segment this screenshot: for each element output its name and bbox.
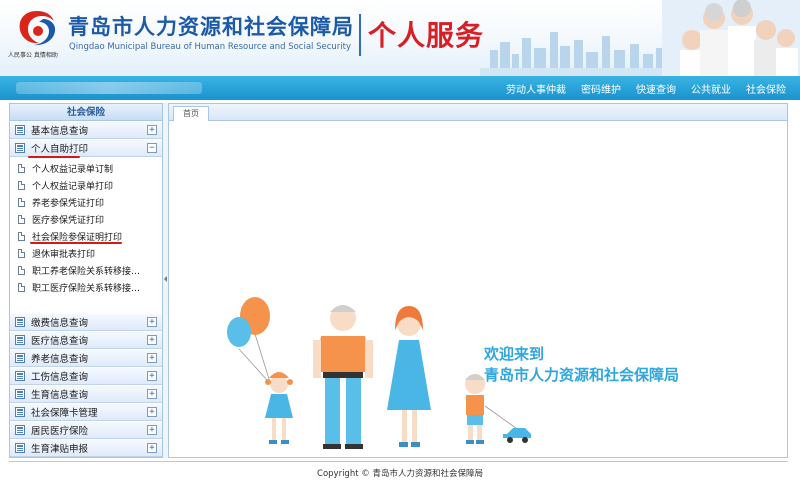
expand-icon[interactable]: + [147,425,157,435]
menu-label: 医疗信息查询 [31,336,89,347]
menu-payment-info[interactable]: 缴费信息查询 + [10,314,162,331]
expand-icon[interactable]: + [147,353,157,363]
submenu-label: 医疗参保凭证打印 [32,216,105,226]
city-skyline-image [480,32,680,76]
submenu-item[interactable]: 职工医疗保险关系转移接… [10,279,162,296]
tab-home[interactable]: 首页 [173,106,209,121]
submenu-label: 养老参保凭证打印 [32,199,105,209]
nav-item-social-insurance[interactable]: 社会保险 [746,81,786,96]
document-icon [18,181,25,190]
document-icon [18,249,25,258]
submenu-item[interactable]: 医疗参保凭证打印 [10,211,162,228]
top-nav-bar: 劳动人事仲裁 密码维护 快速查询 公共就业 社会保险 [0,76,800,100]
toy-car-image [503,428,531,443]
sidebar-title: 社会保险 [10,104,162,121]
menu-label: 个人自助打印 [31,144,89,155]
menu-label: 生育津贴申报 [31,444,89,455]
document-icon [18,215,25,224]
table-icon [15,389,25,399]
table-icon [15,443,25,453]
submenu-label: 个人权益记录单订制 [32,165,114,175]
document-icon [18,232,25,241]
user-info-blurred [16,82,202,94]
service-title: 个人服务 [368,19,485,52]
document-icon [18,283,25,292]
submenu-item[interactable]: 职工养老保险关系转移接… [10,262,162,279]
submenu-item[interactable]: 养老参保凭证打印 [10,194,162,211]
table-icon [15,371,25,381]
table-icon [15,125,25,135]
menu-resident-medical[interactable]: 居民医疗保险 + [10,422,162,439]
submenu-label: 个人权益记录单打印 [32,182,114,192]
expand-icon[interactable]: + [147,125,157,135]
bureau-title-en: Qingdao Municipal Bureau of Human Resour… [69,42,352,52]
main-content: 首页 欢迎来到 青岛市人力资源和社会保障局 [168,103,788,458]
table-icon [15,407,25,417]
nav-menu: 劳动人事仲裁 密码维护 快速查询 公共就业 社会保险 [506,76,786,100]
family-photo-image [662,0,800,76]
expand-icon[interactable]: + [147,443,157,453]
submenu-label: 退休审批表打印 [32,250,96,260]
welcome-line-1: 欢迎来到 [484,345,545,363]
menu-maternity-allowance[interactable]: 生育津贴申报 + [10,440,162,457]
submenu-label: 职工养老保险关系转移接… [32,267,141,277]
table-icon [15,317,25,327]
footer-divider [9,461,788,462]
document-icon [18,198,25,207]
nav-item-labor-arbitration[interactable]: 劳动人事仲裁 [506,81,566,96]
submenu-label: 职工医疗保险关系转移接… [32,284,141,294]
menu-label: 居民医疗保险 [31,426,89,437]
table-icon [15,335,25,345]
menu-label: 养老信息查询 [31,354,89,365]
menu-label: 基本信息查询 [31,126,89,137]
menu-pension-info[interactable]: 养老信息查询 + [10,350,162,367]
document-icon [18,164,25,173]
collapse-icon[interactable]: − [147,143,157,153]
bureau-logo-icon [19,11,56,46]
submenu-item[interactable]: 个人权益记录单订制 [10,160,162,177]
bureau-title: 青岛市人力资源和社会保障局 [68,15,354,39]
menu-label: 工伤信息查询 [31,372,89,383]
menu-injury-info[interactable]: 工伤信息查询 + [10,368,162,385]
nav-item-quick-query[interactable]: 快速查询 [636,81,676,96]
tab-strip: 首页 [169,104,787,121]
expand-icon[interactable]: + [147,335,157,345]
menu-label: 缴费信息查询 [31,318,89,329]
menu-self-print[interactable]: 个人自助打印 − [10,140,162,157]
nav-item-password[interactable]: 密码维护 [581,81,621,96]
table-icon [15,425,25,435]
logo-caption: 人民事公 真情相助 [8,52,58,59]
welcome-line-2: 青岛市人力资源和社会保障局 [484,366,680,384]
menu-maternity-info[interactable]: 生育信息查询 + [10,386,162,403]
expand-icon[interactable]: + [147,371,157,381]
welcome-text: 欢迎来到 青岛市人力资源和社会保障局 [484,344,679,386]
menu-label: 生育信息查询 [31,390,89,401]
collapse-arrow-icon [164,276,167,282]
menu-label: 社会保障卡管理 [31,408,98,419]
footer-copyright: Copyright © 青岛市人力资源和社会保障局 [317,469,483,479]
expand-icon[interactable]: + [147,407,157,417]
table-icon [15,353,25,363]
submenu-item[interactable]: 退休审批表打印 [10,245,162,262]
expand-icon[interactable]: + [147,317,157,327]
table-icon [15,143,25,153]
red-annotation-underline [28,156,80,158]
submenu-item[interactable]: 个人权益记录单打印 [10,177,162,194]
header-banner: 人民事公 真情相助 青岛市人力资源和社会保障局 Qingdao Municipa… [0,0,800,76]
menu-basic-info[interactable]: 基本信息查询 + [10,122,162,139]
red-annotation-underline [30,242,122,244]
expand-icon[interactable]: + [147,389,157,399]
menu-medical-info[interactable]: 医疗信息查询 + [10,332,162,349]
title-divider [359,14,361,56]
document-icon [18,266,25,275]
menu-security-card[interactable]: 社会保障卡管理 + [10,404,162,421]
sidebar: 社会保险 基本信息查询 + 个人自助打印 − 个人权益记录单订制 个人权益记录单… [9,103,163,458]
nav-item-public-employment[interactable]: 公共就业 [691,81,731,96]
